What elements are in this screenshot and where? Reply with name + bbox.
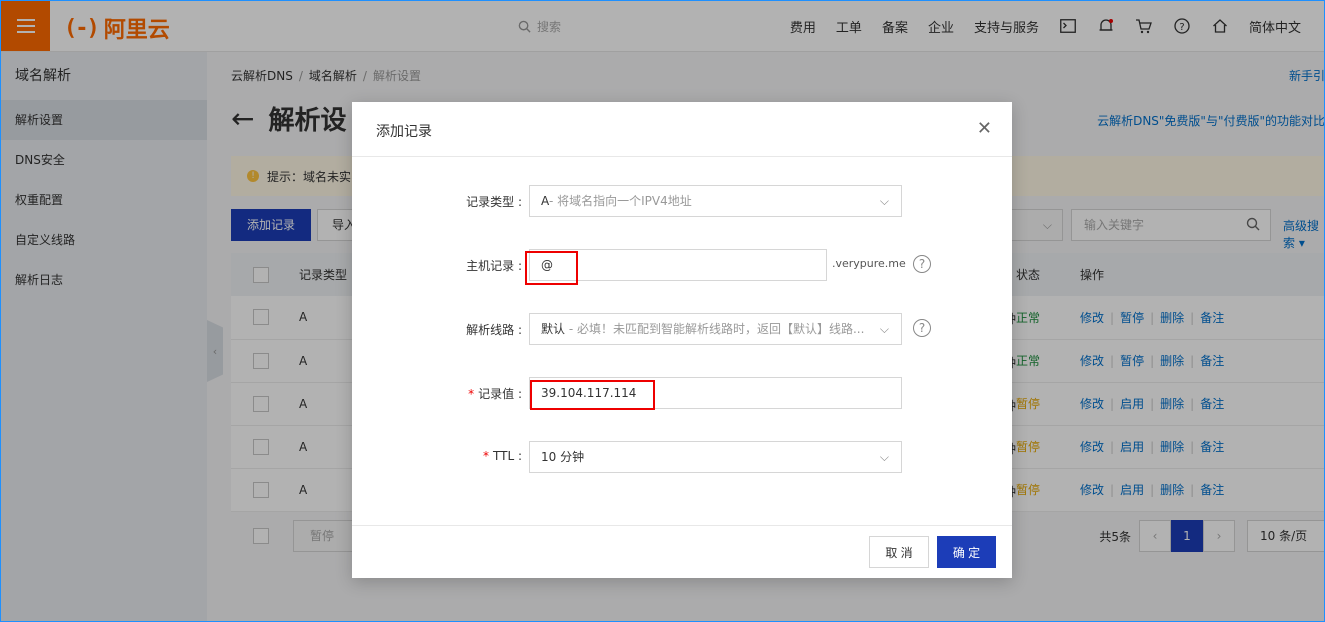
ttl-value: 10 分钟: [541, 450, 585, 464]
record-value-label-text: 记录值 :: [478, 387, 522, 401]
ttl-select[interactable]: 10 分钟 ⌵: [529, 441, 902, 473]
line-row: 解析线路 : 默认 - 必填！未匹配到智能解析线路时，返回【默认】线路... ⌵…: [352, 313, 1012, 345]
host-highlight-box: [525, 251, 578, 285]
record-type-row: 记录类型 : A- 将域名指向一个IPV4地址 ⌵: [352, 185, 1012, 217]
close-icon[interactable]: ✕: [977, 118, 992, 139]
line-hint: - 必填！未匹配到智能解析线路时，返回【默认】线路...: [568, 322, 865, 336]
line-select[interactable]: 默认 - 必填！未匹配到智能解析线路时，返回【默认】线路... ⌵: [529, 313, 902, 345]
domain-suffix: .verypure.me: [832, 257, 906, 270]
record-value-row: * 记录值 : 39.104.117.114: [352, 377, 1012, 409]
line-value: 默认: [541, 322, 566, 336]
cancel-button[interactable]: 取 消: [869, 536, 929, 568]
ttl-label-text: TTL :: [493, 449, 522, 463]
chevron-down-icon: ⌵: [879, 450, 889, 464]
dialog-title: 添加记录: [376, 124, 432, 140]
record-value-label: * 记录值 :: [468, 385, 522, 402]
record-type-hint: - 将域名指向一个IPV4地址: [548, 194, 692, 208]
line-label: 解析线路 :: [466, 323, 522, 337]
record-type-label: 记录类型 :: [466, 195, 522, 209]
required-mark: *: [468, 387, 475, 401]
required-mark: *: [483, 449, 489, 463]
add-record-dialog: 添加记录 ✕ 记录类型 : A- 将域名指向一个IPV4地址 ⌵ 主机记录 : …: [352, 102, 1012, 578]
dialog-footer: 取 消 确 定: [352, 525, 1012, 578]
host-help-icon[interactable]: ?: [913, 255, 931, 273]
host-row: 主机记录 : @ .verypure.me ?: [352, 249, 1012, 281]
ttl-row: * TTL : 10 分钟 ⌵: [352, 441, 1012, 473]
record-value-highlight-box: [530, 380, 655, 410]
dialog-header: 添加记录 ✕: [352, 102, 1012, 157]
chevron-down-icon: ⌵: [879, 194, 889, 208]
ttl-label: * TTL :: [483, 449, 522, 463]
record-type-value: A: [541, 194, 549, 208]
confirm-button[interactable]: 确 定: [937, 536, 996, 568]
chevron-down-icon: ⌵: [879, 322, 889, 336]
host-label: 主机记录 :: [466, 259, 522, 273]
record-type-select[interactable]: A- 将域名指向一个IPV4地址 ⌵: [529, 185, 902, 217]
line-help-icon[interactable]: ?: [913, 319, 931, 337]
